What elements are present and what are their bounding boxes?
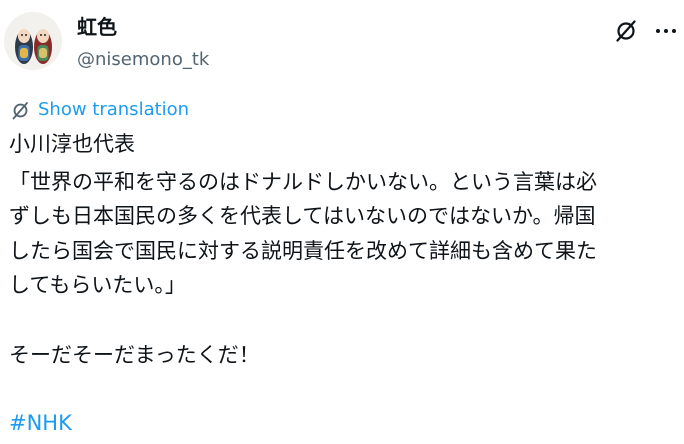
post-line-4: したら国会で国民に対する説明責任を改めて詳細も含めて果た xyxy=(9,239,597,263)
show-translation-label: Show translation xyxy=(38,99,190,120)
post-line-6: そーだそーだまったくだ！ xyxy=(9,343,260,367)
more-button[interactable] xyxy=(653,18,679,44)
grok-icon xyxy=(616,20,636,42)
grok-button[interactable] xyxy=(613,18,639,44)
avatar-image xyxy=(4,12,62,70)
post-line-1: 小川淳也代表 xyxy=(9,132,135,156)
avatar[interactable] xyxy=(4,12,62,70)
translate-globe-icon xyxy=(12,101,28,119)
user-handle[interactable]: @nisemono_tk xyxy=(77,48,209,72)
hashtag-link[interactable]: #NHK xyxy=(9,409,72,437)
post-line-5: してもらいたい。」 xyxy=(9,273,186,297)
display-name[interactable]: 虹色 xyxy=(77,14,117,40)
post-line-2: 「世界の平和を守るのはドナルドしかいない。という言葉は必 xyxy=(9,170,597,194)
more-horizontal-icon xyxy=(656,29,676,33)
show-translation-link[interactable]: Show translation xyxy=(10,98,189,122)
post-line-3: ずしも日本国民の多くを代表してはいないのではないか。帰国 xyxy=(9,204,596,228)
